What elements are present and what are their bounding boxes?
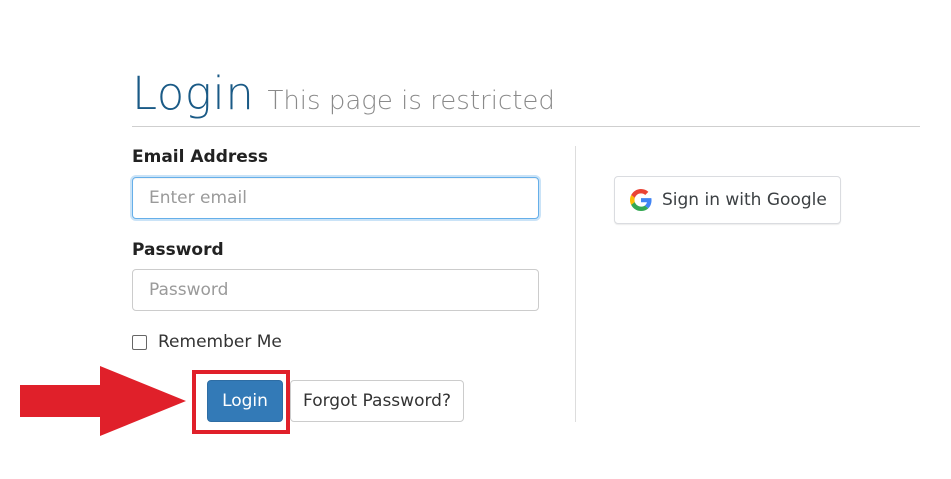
password-input[interactable]: [132, 269, 539, 311]
google-g-icon: [630, 189, 652, 211]
page-subtitle: This page is restricted: [267, 86, 555, 116]
email-label: Email Address: [132, 147, 269, 167]
google-signin-label: Sign in with Google: [662, 190, 827, 210]
remember-me-label: Remember Me: [158, 332, 282, 352]
password-label: Password: [132, 240, 224, 260]
login-button[interactable]: Login: [207, 380, 283, 422]
email-input[interactable]: [132, 177, 539, 219]
remember-me-checkbox[interactable]: [132, 334, 147, 350]
vertical-divider: [575, 146, 576, 422]
google-signin-button[interactable]: Sign in with Google: [614, 176, 841, 224]
red-arrow-icon: [20, 366, 186, 436]
remember-me[interactable]: Remember Me: [132, 332, 282, 352]
login-page: Login This page is restricted Email Addr…: [0, 0, 951, 479]
page-header: Login This page is restricted: [132, 68, 920, 127]
forgot-password-button[interactable]: Forgot Password?: [290, 380, 464, 422]
page-title: Login: [132, 67, 255, 120]
